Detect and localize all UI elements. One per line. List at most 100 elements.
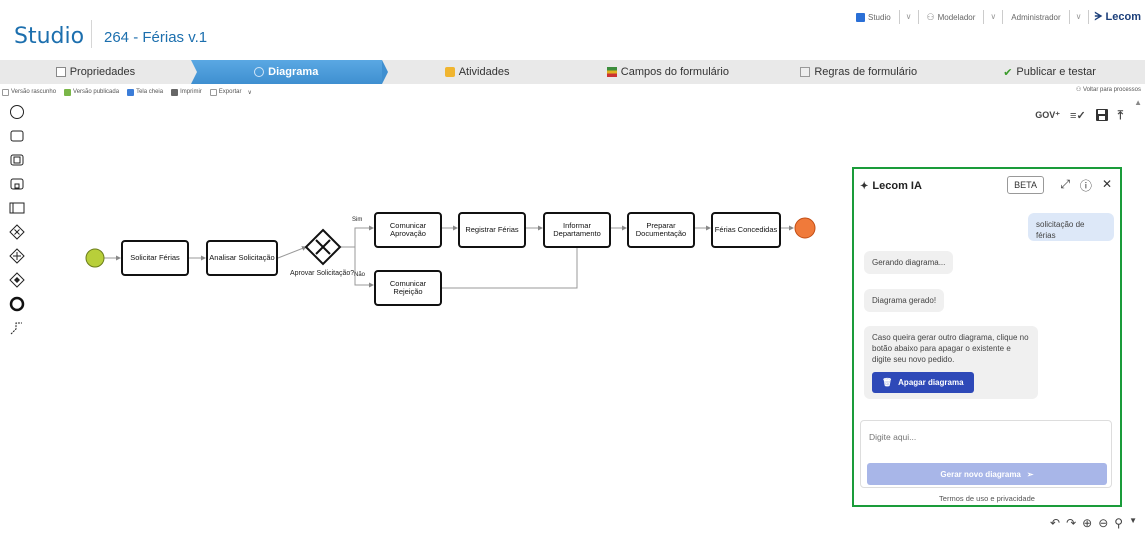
modelador-menu-label: Modelador: [937, 12, 976, 22]
voltar-processos-link[interactable]: ⚇ Voltar para processos: [1076, 86, 1141, 93]
expand-icon[interactable]: ⤢: [1060, 177, 1070, 194]
task-analisar-solicitacao[interactable]: Analisar Solicitação: [206, 240, 278, 276]
chevron-down-icon[interactable]: ∨: [984, 10, 1004, 24]
task-label: Solicitar Férias: [130, 252, 180, 262]
apagar-diagrama-label: Apagar diagrama: [898, 377, 964, 387]
task-ferias-concedidas[interactable]: Férias Concedidas: [711, 212, 781, 248]
upload-icon[interactable]: ⤒: [1118, 108, 1123, 123]
user-icon: ⚇: [926, 11, 935, 22]
user-message-text: solicitação de férias: [1036, 220, 1085, 241]
undo-icon[interactable]: ↶: [1050, 516, 1060, 530]
task-label: Registrar Férias: [465, 224, 519, 234]
tab-propriedades[interactable]: Propriedades: [0, 60, 197, 84]
canvas-tools: GOV⁺ ≡✓ ⤒: [1035, 108, 1123, 123]
fields-icon: [606, 67, 617, 77]
tela-cheia-label: Tela cheia: [136, 89, 164, 95]
list-check-icon[interactable]: ≡✓: [1070, 109, 1086, 122]
sparkle-icon: ✦: [860, 180, 869, 192]
ai-message-text: Diagrama gerado!: [872, 296, 937, 305]
terms-link[interactable]: Termos de uso e privacidade: [854, 494, 1120, 503]
task-label: Comunicar Aprovação: [389, 220, 427, 238]
chevron-down-icon[interactable]: ▼: [1129, 516, 1137, 530]
redo-icon[interactable]: ↷: [1066, 516, 1076, 530]
ai-message-text: Gerando diagrama...: [872, 258, 946, 267]
export-icon: [209, 88, 217, 96]
printer-icon: [171, 88, 179, 96]
chevron-down-icon[interactable]: ∨: [1070, 10, 1089, 24]
zoom-out-icon[interactable]: ⊖: [1098, 516, 1108, 530]
end-event[interactable]: [794, 217, 816, 239]
user-message: solicitação de férias: [1028, 213, 1114, 241]
tab-regras[interactable]: Regras de formulário: [763, 60, 960, 84]
start-event[interactable]: [85, 248, 105, 268]
ai-panel-header: ✦ Lecom IA BETA ⤢ ⓘ ✕: [860, 175, 1114, 197]
tab-publicar[interactable]: ✔ Publicar e testar: [954, 60, 1145, 84]
studio-logo[interactable]: Studio: [14, 24, 84, 49]
chevron-down-icon[interactable]: ∨: [900, 10, 919, 24]
exclusive-gateway[interactable]: [304, 228, 342, 266]
ai-message-generated: Diagrama gerado!: [864, 289, 945, 313]
tab-label: Atividades: [458, 66, 510, 78]
tab-atividades[interactable]: Atividades: [382, 60, 579, 84]
user-name: Administrador: [1011, 12, 1061, 22]
draft-icon: [2, 88, 9, 96]
top-header: Studio 264 - Férias v.1 Studio ∨ ⚇ Model…: [0, 0, 1145, 54]
ai-composer: Gerar novo diagrama ➢: [860, 420, 1112, 488]
task-label: Férias Concedidas: [714, 224, 778, 234]
gov-button[interactable]: GOV⁺: [1035, 110, 1060, 121]
apagar-diagrama-button[interactable]: 🗑 Apagar diagrama: [872, 371, 974, 393]
yes-flow-label: Sim: [352, 217, 363, 223]
ai-panel-title: ✦ Lecom IA: [860, 180, 922, 192]
task-preparar-documentacao[interactable]: Preparar Documentação: [627, 212, 695, 248]
task-registrar-ferias[interactable]: Registrar Férias: [458, 212, 526, 248]
prompt-input[interactable]: [869, 429, 1099, 445]
ai-message-text: Caso queira gerar outro diagrama, clique…: [872, 333, 1029, 365]
exportar-label: Exportar: [218, 89, 242, 95]
task-informar-departamento[interactable]: Informar Departamento: [543, 212, 611, 248]
studio-menu-label: Studio: [867, 12, 891, 22]
scroll-up-arrow[interactable]: ▲: [1134, 98, 1142, 107]
versao-publicada-button[interactable]: Versão publicada: [64, 88, 119, 96]
tab-label: Campos do formulário: [620, 66, 729, 78]
gerar-diagrama-button[interactable]: Gerar novo diagrama ➢: [867, 463, 1107, 485]
zoom-reset-icon[interactable]: ⚲: [1114, 516, 1123, 530]
task-solicitar-ferias[interactable]: Solicitar Férias: [121, 240, 189, 276]
tela-cheia-button[interactable]: Tela cheia: [127, 88, 164, 96]
task-comunicar-rejeicao[interactable]: Comunicar Rejeição: [374, 270, 442, 306]
user-menu[interactable]: Administrador: [1003, 10, 1070, 24]
rules-icon: [800, 67, 811, 77]
exportar-button[interactable]: Exportar ∨: [209, 88, 252, 96]
ai-title-text: Lecom IA: [872, 180, 922, 192]
tab-campos[interactable]: Campos do formulário: [572, 60, 770, 84]
tab-label: Publicar e testar: [1016, 66, 1096, 78]
gateway-label: Aprovar Solicitação?: [290, 270, 355, 277]
task-label: Informar Departamento: [553, 220, 601, 238]
close-icon[interactable]: ✕: [1102, 177, 1112, 194]
help-icon[interactable]: ⓘ: [1080, 177, 1092, 194]
no-flow-label: Não: [354, 272, 366, 278]
ai-message-generating: Gerando diagrama...: [864, 251, 954, 275]
studio-menu[interactable]: Studio: [848, 10, 900, 24]
chevron-down-icon: ∨: [247, 89, 252, 96]
versao-rascunho-button[interactable]: Versão rascunho: [2, 88, 57, 96]
process-title: 264 - Férias v.1: [104, 29, 208, 46]
imprimir-button[interactable]: Imprimir: [171, 88, 202, 96]
diagram-toolbar: Versão rascunho Versão publicada Tela ch…: [0, 86, 1145, 98]
published-icon: [64, 88, 72, 96]
user-icon: ⚇: [1075, 87, 1083, 93]
task-label: Comunicar Rejeição: [389, 278, 427, 296]
ai-message-instructions: Caso queira gerar outro diagrama, clique…: [864, 326, 1038, 399]
activities-icon: [444, 67, 455, 77]
fullscreen-icon: [127, 88, 135, 96]
versao-rascunho-label: Versão rascunho: [11, 89, 57, 95]
modelador-menu[interactable]: ⚇ Modelador: [919, 10, 985, 24]
check-icon: ✔: [1003, 66, 1013, 79]
process-diagram: Solicitar Férias Analisar Solicitação Co…: [0, 98, 845, 398]
beta-badge: BETA: [1007, 176, 1044, 194]
top-right-menu: Studio ∨ ⚇ Modelador ∨ Administrador ∨ ᗒ…: [848, 8, 1141, 26]
task-comunicar-aprovacao[interactable]: Comunicar Aprovação: [374, 212, 442, 248]
save-icon[interactable]: [1095, 108, 1108, 123]
zoom-in-icon[interactable]: ⊕: [1082, 516, 1092, 530]
tab-diagrama[interactable]: Diagrama: [190, 60, 388, 84]
tab-label: Propriedades: [69, 66, 136, 78]
